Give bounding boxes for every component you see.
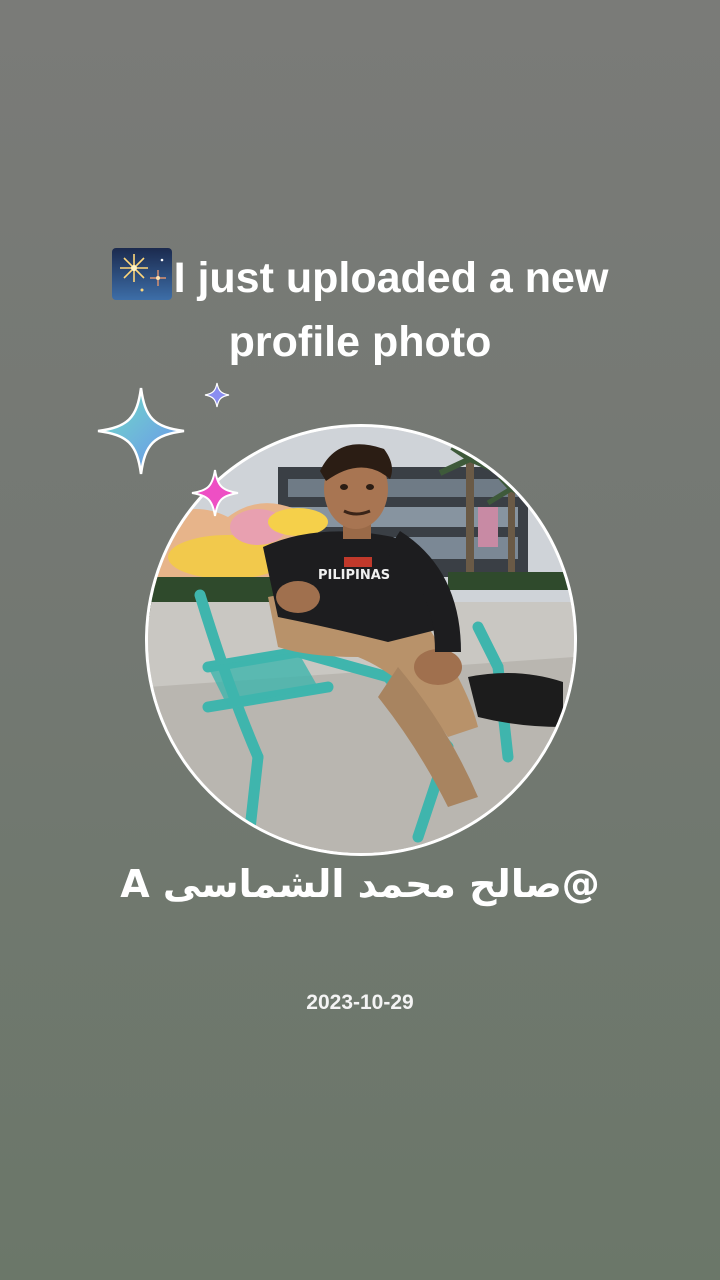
shirt-print: PILIPINAS bbox=[318, 568, 390, 583]
sparkle-icon-large bbox=[97, 387, 185, 475]
sparkle-icon-pink bbox=[191, 469, 239, 517]
fireworks-icon bbox=[111, 248, 172, 300]
sparkle-icon-small bbox=[204, 382, 230, 408]
post-date: 2023-10-29 bbox=[306, 991, 414, 1014]
headline-text: I just uploaded a new profile photo bbox=[173, 254, 609, 366]
username: @صالح محمد الشماسى A bbox=[120, 862, 600, 906]
headline: I just uploaded a new profile photo bbox=[40, 246, 680, 374]
